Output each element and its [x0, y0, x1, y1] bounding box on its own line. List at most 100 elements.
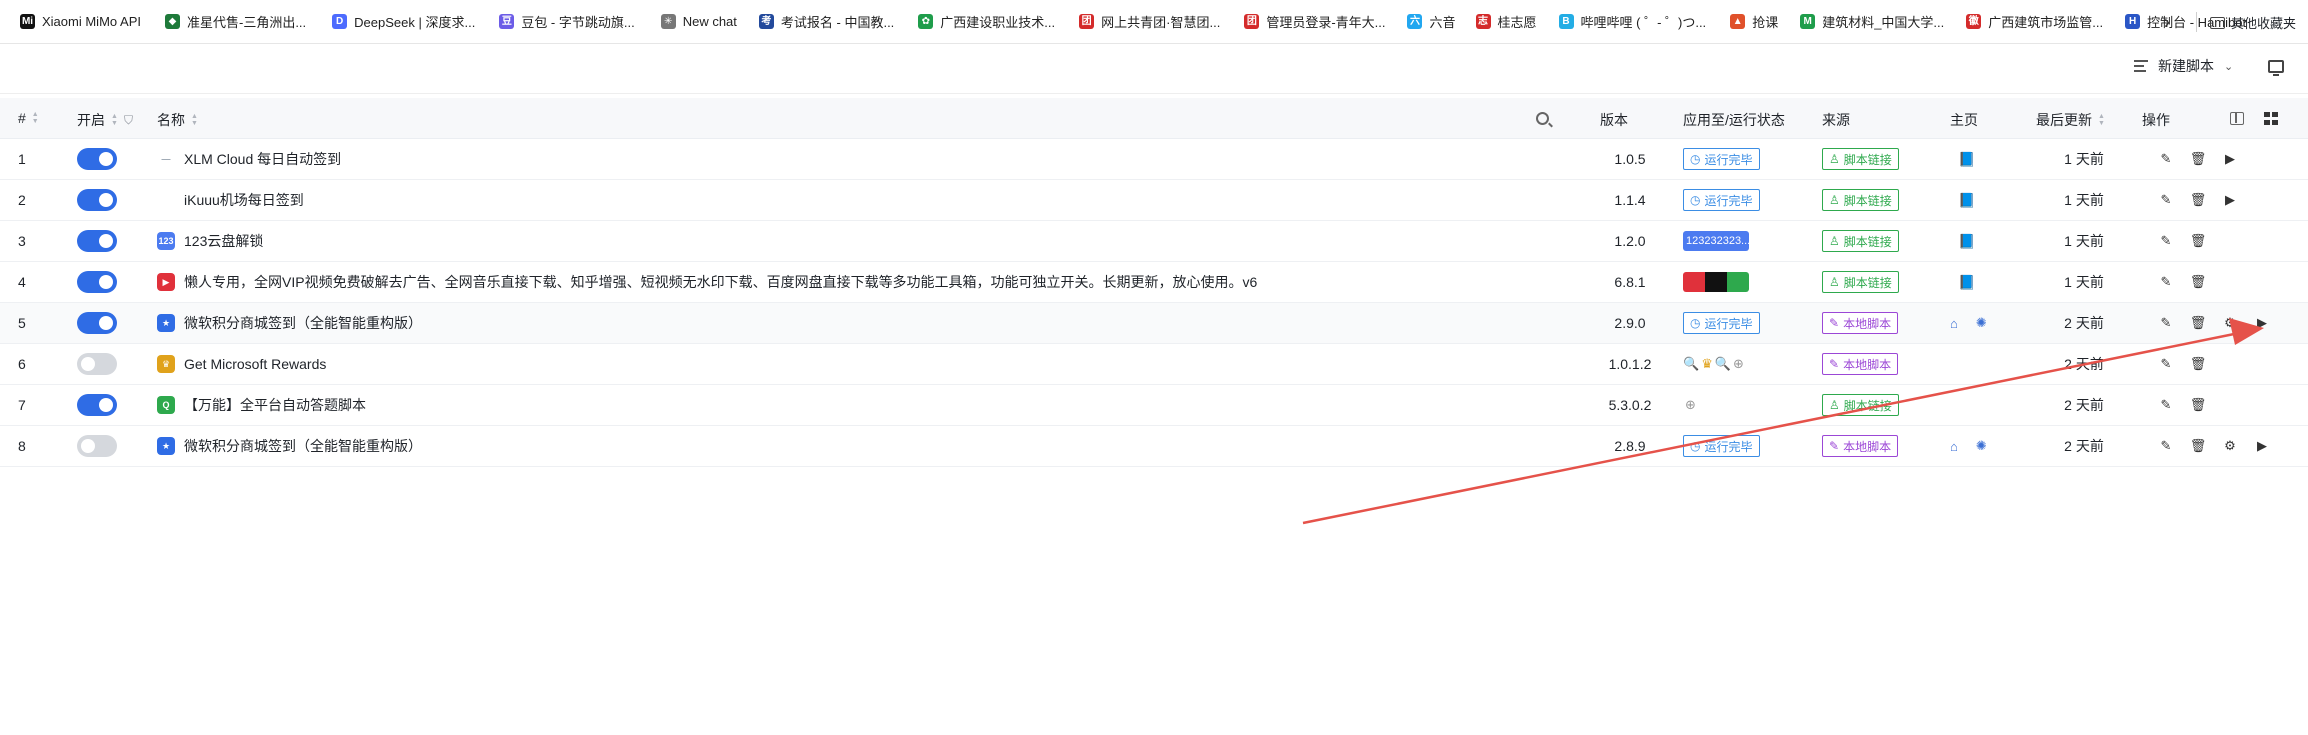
- edit-icon[interactable]: ✎: [2150, 397, 2182, 413]
- header-enabled[interactable]: 开启 ▲ ▼ ⛉: [77, 110, 133, 130]
- bookmark-item[interactable]: ✳ New chat: [660, 14, 737, 29]
- script-name-cell[interactable]: ★ 微软积分商城签到（全能智能重构版）: [157, 303, 422, 343]
- delete-icon[interactable]: 🗑: [2182, 397, 2214, 413]
- new-script-button[interactable]: 新建脚本 ⌄: [2134, 56, 2233, 76]
- table-row[interactable]: 2 iKuuu机场每日签到 1.1.4 ◷ 运行完毕 ♙ 脚本链接 📘 1 天前 ✎ 🗑 ▶: [0, 180, 2308, 221]
- bug-icon[interactable]: ✺: [1976, 438, 1987, 454]
- apply-status-cell[interactable]: 🔍♛🔍⊕: [1683, 344, 1746, 384]
- play-icon[interactable]: ▶: [2214, 151, 2246, 167]
- bookmark-item[interactable]: 志桂志愿: [1475, 12, 1537, 31]
- bookmark-item[interactable]: ◆ 准星代售-三角洲出...: [164, 12, 306, 31]
- enable-toggle[interactable]: [77, 271, 117, 293]
- settings-icon[interactable]: ⚙: [2214, 438, 2246, 454]
- source-badge[interactable]: ♙ 脚本链接: [1822, 189, 1899, 211]
- table-row[interactable]: 5 ★ 微软积分商城签到（全能智能重构版） 2.9.0 ◷ 运行完毕 ✎ 本地脚本 ⌂ ✺ 2 天前…: [0, 303, 2308, 344]
- table-row[interactable]: 4 ▶ 懒人专用，全网VIP视频免费破解去广告、全网音乐直接下载、知乎增强、短视频无…: [0, 262, 2308, 303]
- table-row[interactable]: 8 ★ 微软积分商城签到（全能智能重构版） 2.8.9 ◷ 运行完毕 ✎ 本地脚本 ⌂ ✺ 2 天前…: [0, 426, 2308, 467]
- other-bookmarks-folder[interactable]: 其他收藏夹: [2210, 13, 2296, 32]
- enable-toggle[interactable]: [77, 312, 117, 334]
- edit-icon[interactable]: ✎: [2150, 192, 2182, 208]
- edit-icon[interactable]: ✎: [2150, 438, 2182, 454]
- enable-toggle[interactable]: [77, 394, 117, 416]
- delete-icon[interactable]: 🗑: [2182, 274, 2214, 290]
- delete-icon[interactable]: 🗑: [2182, 315, 2214, 331]
- filter-icon[interactable]: ⛉: [124, 113, 133, 128]
- bookmark-item[interactable]: M 建筑材料_中国大学...: [1800, 12, 1944, 31]
- table-row[interactable]: 6 ♛ Get Microsoft Rewards 1.0.1.2 🔍♛🔍⊕ ✎ 本地脚本 2…: [0, 344, 2308, 385]
- bug-icon[interactable]: ✺: [1976, 315, 1987, 331]
- sort-icon[interactable]: ▲ ▼: [191, 113, 198, 127]
- bookmark-item[interactable]: 徽广西建筑市场监管...: [1966, 12, 2103, 31]
- settings-icon[interactable]: ⚙: [2214, 315, 2246, 331]
- book-icon[interactable]: 📘: [1958, 151, 1975, 168]
- edit-icon[interactable]: ✎: [2150, 274, 2182, 290]
- bookmark-item[interactable]: ▲ 抢课: [1730, 12, 1778, 31]
- bookmark-item[interactable]: Mi Xiaomi MiMo API: [20, 14, 141, 29]
- sort-icon[interactable]: ▲ ▼: [111, 113, 118, 127]
- bookmark-item[interactable]: B 哔哩哔哩 ( ゜- ゜)つ...: [1558, 12, 1706, 31]
- script-name-cell[interactable]: ▶ 懒人专用，全网VIP视频免费破解去广告、全网音乐直接下载、知乎增强、短视频无水…: [157, 262, 1257, 302]
- bookmark-item[interactable]: D DeepSeek | 深度求...: [332, 12, 475, 31]
- book-icon[interactable]: 📘: [1958, 192, 1975, 209]
- chevron-right-icon[interactable]: ›: [2164, 12, 2170, 33]
- script-name-cell[interactable]: Q 【万能】全平台自动答题脚本: [157, 385, 366, 425]
- monitor-icon[interactable]: [2268, 60, 2284, 76]
- home-icon[interactable]: ⌂: [1950, 439, 1958, 454]
- book-icon[interactable]: 📘: [1958, 274, 1975, 291]
- source-badge[interactable]: ♙ 脚本链接: [1822, 394, 1899, 416]
- delete-icon[interactable]: 🗑: [2182, 356, 2214, 372]
- header-index[interactable]: # ▲ ▼: [18, 110, 39, 126]
- book-icon[interactable]: 📘: [1958, 233, 1975, 250]
- play-icon[interactable]: ▶: [2214, 192, 2246, 208]
- apply-status-cell[interactable]: ◷ 运行完毕: [1683, 303, 1760, 343]
- enable-toggle[interactable]: [77, 148, 117, 170]
- apply-status-cell[interactable]: ◷ 运行完毕: [1683, 180, 1760, 220]
- column-view-icon[interactable]: [2230, 112, 2244, 125]
- source-badge[interactable]: ♙ 脚本链接: [1822, 230, 1899, 252]
- header-name[interactable]: 名称 ▲ ▼: [157, 110, 198, 130]
- source-badge[interactable]: ✎ 本地脚本: [1822, 312, 1899, 334]
- table-row[interactable]: 7 Q 【万能】全平台自动答题脚本 5.3.0.2 ⊕ ♙ 脚本链接 2 天前 ✎ 🗑: [0, 385, 2308, 426]
- apply-status-cell[interactable]: 123232323...: [1683, 221, 1749, 261]
- table-row[interactable]: 1 — XLM Cloud 每日自动签到 1.0.5 ◷ 运行完毕 ♙ 脚本链接 📘 1 天前 ✎ 🗑…: [0, 139, 2308, 180]
- sort-icon[interactable]: ▲ ▼: [2098, 113, 2105, 127]
- apply-status-cell[interactable]: ◷ 运行完毕: [1683, 139, 1760, 179]
- bookmark-item[interactable]: 豆豆包 - 字节跳动旗...: [499, 12, 635, 31]
- script-name-cell[interactable]: ★ 微软积分商城签到（全能智能重构版）: [157, 426, 422, 466]
- bookmark-item[interactable]: ✿ 广西建设职业技术...: [918, 12, 1055, 31]
- header-last-updated[interactable]: 最后更新 ▲ ▼: [2036, 110, 2105, 130]
- edit-icon[interactable]: ✎: [2150, 151, 2182, 167]
- apply-status-cell[interactable]: ◷ 运行完毕: [1683, 426, 1760, 466]
- bookmark-item[interactable]: 团网上共青团·智慧团...: [1079, 12, 1220, 31]
- source-badge[interactable]: ✎ 本地脚本: [1822, 353, 1899, 375]
- source-badge[interactable]: ✎ 本地脚本: [1822, 435, 1899, 457]
- apply-status-cell[interactable]: ⊕: [1683, 385, 1696, 425]
- delete-icon[interactable]: 🗑: [2182, 233, 2214, 249]
- edit-icon[interactable]: ✎: [2150, 233, 2182, 249]
- script-name-cell[interactable]: iKuuu机场每日签到: [157, 180, 304, 220]
- script-name-cell[interactable]: — XLM Cloud 每日自动签到: [157, 139, 341, 179]
- play-icon[interactable]: ▶: [2246, 438, 2278, 454]
- table-row[interactable]: 3 123 123云盘解锁 1.2.0 123232323... ♙ 脚本链接 📘 1 天前 ✎ 🗑: [0, 221, 2308, 262]
- delete-icon[interactable]: 🗑: [2182, 192, 2214, 208]
- search-icon[interactable]: [1536, 112, 1549, 125]
- edit-icon[interactable]: ✎: [2150, 356, 2182, 372]
- enable-toggle[interactable]: [77, 353, 117, 375]
- grid-view-icon[interactable]: [2264, 112, 2278, 125]
- sort-icon[interactable]: ▲ ▼: [32, 111, 39, 125]
- source-badge[interactable]: ♙ 脚本链接: [1822, 271, 1899, 293]
- bookmark-item[interactable]: 六六音: [1407, 12, 1456, 31]
- bookmark-item[interactable]: 团管理员登录-青年大...: [1244, 12, 1385, 31]
- enable-toggle[interactable]: [77, 189, 117, 211]
- play-icon[interactable]: ▶: [2246, 315, 2278, 331]
- source-badge[interactable]: ♙ 脚本链接: [1822, 148, 1899, 170]
- delete-icon[interactable]: 🗑: [2182, 438, 2214, 454]
- edit-icon[interactable]: ✎: [2150, 315, 2182, 331]
- bookmark-item[interactable]: 考考试报名 - 中国教...: [758, 12, 894, 31]
- delete-icon[interactable]: 🗑: [2182, 151, 2214, 167]
- home-icon[interactable]: ⌂: [1950, 316, 1958, 331]
- enable-toggle[interactable]: [77, 230, 117, 252]
- script-name-cell[interactable]: ♛ Get Microsoft Rewards: [157, 344, 326, 384]
- apply-status-cell[interactable]: [1683, 262, 1749, 302]
- script-name-cell[interactable]: 123 123云盘解锁: [157, 221, 263, 261]
